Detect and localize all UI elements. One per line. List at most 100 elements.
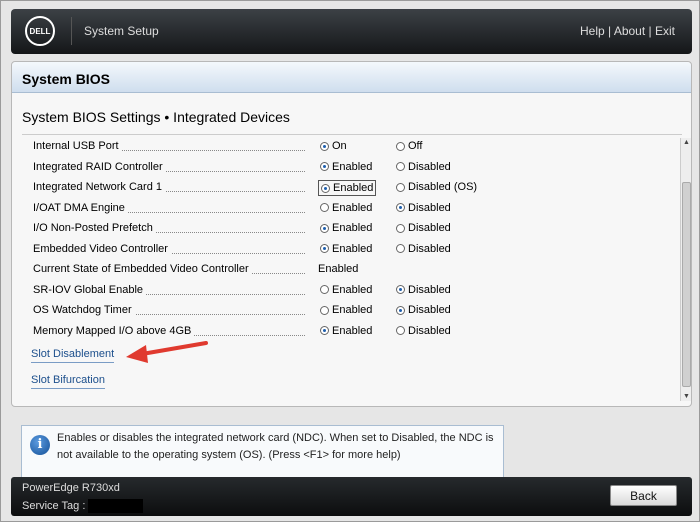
setting-label: OS Watchdog Timer [33,304,135,316]
radio-button[interactable] [396,182,405,192]
radio-button[interactable] [320,162,329,171]
radio-label: Enabled [332,304,373,316]
setting-label: Integrated Network Card 1 [33,181,166,193]
scrollbar[interactable]: ▲ ▼ [680,138,691,401]
radio-option[interactable]: Enabled [318,201,374,215]
radio-option[interactable]: Disabled [394,221,453,235]
scroll-down-icon[interactable]: ▼ [683,393,690,400]
app-title: System Setup [84,24,159,38]
radio-option[interactable]: Disabled [394,242,453,256]
scroll-up-icon[interactable]: ▲ [683,139,690,146]
radio-label: Disabled [408,324,451,337]
slot-disablement-link[interactable]: Slot Disablement [31,348,115,363]
radio-label: Off [408,140,423,152]
radio-option[interactable]: Enabled [318,221,374,235]
scrollbar-thumb[interactable] [682,182,691,387]
setting-row: Integrated RAID Controller Enabled Disable… [33,159,673,177]
setting-row: I/O Non-Posted Prefetch Enabled Disabled [33,220,673,238]
radio-button[interactable] [320,244,329,253]
setting-label: Embedded Video Controller [33,242,171,255]
radio-option[interactable]: Disabled [394,201,453,215]
radio-label: Enabled [333,182,374,194]
help-text: Enables or disables the integrated netwo… [57,432,494,461]
setting-row: Embedded Video Controller Enabled Disabled [33,241,673,259]
setting-row: Integrated Network Card 1 Enabled Disabled… [33,179,673,197]
setting-row: SR-IOV Global Enable Enabled Disabled [33,282,673,300]
radio-option[interactable]: Enabled [318,242,374,256]
radio-option[interactable]: Enabled [318,160,374,174]
setting-label: I/OAT DMA Engine [33,201,128,214]
radio-label: Enabled [332,242,373,255]
header-bar: DELL System Setup Help | About | Exit [11,9,692,54]
radio-label: Disabled [408,222,451,234]
setting-label: I/O Non-Posted Prefetch [33,222,156,234]
radio-button[interactable] [396,203,405,212]
radio-label: Disabled [408,304,451,316]
radio-option[interactable]: Disabled (OS) [394,180,479,194]
radio-option[interactable]: Enabled [318,303,374,317]
radio-label: Enabled [332,324,373,337]
radio-button[interactable] [320,141,329,151]
radio-label: Enabled [332,201,373,214]
radio-option[interactable]: Disabled [394,160,453,174]
about-link[interactable]: About [614,24,645,38]
slot-bifurcation-link[interactable]: Slot Bifurcation [31,374,105,389]
radio-option[interactable]: Disabled [394,303,453,317]
radio-option[interactable]: Disabled [394,324,453,338]
radio-option[interactable]: Enabled [318,180,377,196]
radio-button[interactable] [320,203,329,212]
help-link[interactable]: Help [580,24,605,38]
red-arrow-annotation [126,341,208,363]
footer-bar: PowerEdge R730xd Service Tag : Back [11,477,692,516]
radio-label: Enabled [332,283,373,296]
radio-button[interactable] [396,141,405,151]
radio-button[interactable] [396,223,405,233]
radio-button[interactable] [396,326,405,335]
setting-label: Memory Mapped I/O above 4GB [33,324,195,337]
header-links: Help | About | Exit [580,24,675,38]
radio-button[interactable] [320,305,329,315]
main-panel: System BIOS System BIOS Settings • Integ… [11,61,692,407]
setting-label: Internal USB Port [33,140,122,152]
setting-value: Enabled [318,263,359,275]
dell-logo: DELL [25,16,55,46]
radio-label: Disabled (OS) [408,181,478,193]
setting-row: Internal USB Port On Off [33,138,673,156]
info-icon: i [30,435,50,455]
page-title: System BIOS [12,62,691,93]
back-button[interactable]: Back [610,485,677,506]
radio-button[interactable] [320,285,329,294]
radio-label: Enabled [332,160,373,173]
radio-button[interactable] [396,244,405,253]
radio-button[interactable] [321,183,330,193]
service-tag: Service Tag : [22,499,144,513]
radio-label: On [332,140,347,152]
exit-link[interactable]: Exit [655,24,675,38]
radio-label: Disabled [408,201,451,214]
radio-option[interactable]: On [318,139,349,153]
radio-label: Enabled [332,222,373,234]
service-tag-redacted [88,499,144,513]
radio-button[interactable] [396,162,405,171]
radio-option[interactable]: Enabled [318,324,374,338]
setting-row: OS Watchdog Timer Enabled Disabled [33,302,673,320]
setting-label: SR-IOV Global Enable [33,283,147,296]
setting-row: I/OAT DMA Engine Enabled Disabled [33,200,673,218]
divider [71,17,72,45]
radio-button[interactable] [320,223,329,233]
radio-button[interactable] [320,326,329,335]
setting-row: Current State of Embedded Video Controll… [33,261,673,279]
model-name: PowerEdge R730xd [22,482,120,494]
setting-label: Current State of Embedded Video Controll… [33,263,252,275]
radio-label: Disabled [408,283,451,296]
service-tag-label: Service Tag : [22,499,86,512]
radio-option[interactable]: Disabled [394,283,453,297]
page-subtitle: System BIOS Settings • Integrated Device… [22,109,290,125]
radio-button[interactable] [396,305,405,315]
radio-label: Disabled [408,160,451,173]
setting-label: Integrated RAID Controller [33,160,166,173]
divider [22,134,682,135]
radio-button[interactable] [396,285,405,294]
radio-option[interactable]: Off [394,139,424,153]
radio-option[interactable]: Enabled [318,283,374,297]
